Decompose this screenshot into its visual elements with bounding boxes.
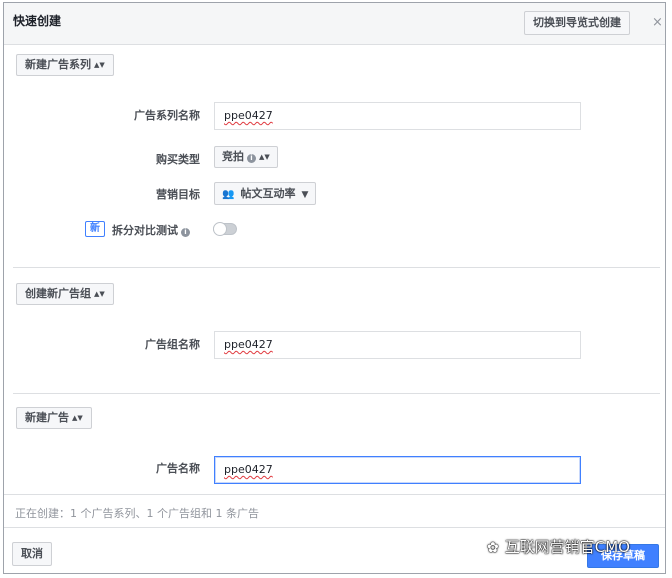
new-campaign-label: 新建广告系列 — [25, 58, 91, 71]
sort-arrows-icon: ▲▼ — [94, 61, 105, 69]
sort-arrows-icon: ▲▼ — [72, 414, 83, 422]
objective-select[interactable]: 👥 帖文互动率 ▼ — [214, 182, 317, 205]
new-campaign-button[interactable]: 新建广告系列 ▲▼ — [16, 54, 114, 76]
section-divider — [13, 393, 660, 394]
section-divider — [13, 267, 660, 268]
dialog-title: 快速创建 — [13, 14, 62, 28]
sort-arrows-icon: ▲▼ — [259, 153, 270, 161]
sort-arrows-icon: ▲▼ — [94, 290, 105, 298]
new-ad-button[interactable]: 新建广告 ▲▼ — [16, 407, 92, 429]
buy-type-label: 购买类型 — [156, 153, 200, 166]
ad-name-label: 广告名称 — [156, 462, 200, 475]
buy-type-value: 竞拍 — [222, 150, 244, 163]
create-adset-label: 创建新广告组 — [25, 287, 91, 300]
footer-divider — [4, 494, 665, 495]
footer-divider — [4, 527, 665, 528]
campaign-name-input[interactable]: ppe0427 — [214, 102, 581, 130]
switch-to-guided-button[interactable]: 切换到导览式创建 — [524, 11, 630, 35]
dialog-header: 快速创建 切换到导览式创建 × — [4, 3, 665, 45]
objective-label: 营销目标 — [156, 188, 200, 201]
split-test-toggle[interactable] — [213, 222, 237, 236]
adset-name-label: 广告组名称 — [145, 338, 200, 351]
caret-down-icon: ▼ — [301, 190, 309, 200]
adset-name-value: ppe0427 — [224, 338, 273, 351]
toggle-knob — [213, 222, 227, 236]
adset-name-input[interactable]: ppe0427 — [214, 331, 581, 359]
split-test-label: 拆分对比测试 i — [112, 222, 193, 238]
new-badge: 新 — [85, 221, 105, 237]
campaign-name-label: 广告系列名称 — [134, 109, 200, 122]
objective-value: 帖文互动率 — [240, 187, 296, 200]
info-icon: i — [181, 228, 190, 237]
close-icon[interactable]: × — [652, 15, 663, 30]
create-adset-button[interactable]: 创建新广告组 ▲▼ — [16, 283, 114, 305]
creation-summary: 正在创建：1 个广告系列、1 个广告组和 1 条广告 — [15, 507, 259, 520]
quick-create-dialog: 快速创建 切换到导览式创建 × 新建广告系列 ▲▼ 广告系列名称 ppe0427 … — [3, 2, 666, 574]
new-ad-label: 新建广告 — [25, 411, 69, 424]
cancel-button[interactable]: 取消 — [12, 542, 52, 566]
people-icon: 👥 — [222, 189, 235, 200]
ad-name-input[interactable]: ppe0427 — [214, 456, 581, 484]
campaign-name-value: ppe0427 — [224, 109, 273, 122]
ad-name-value: ppe0427 — [224, 463, 273, 476]
buy-type-select[interactable]: 竞拍 i ▲▼ — [214, 146, 278, 168]
watermark: ✿ 互联网营销官CMO — [487, 536, 630, 557]
info-icon: i — [247, 154, 256, 163]
watermark-text: 互联网营销官CMO — [504, 538, 630, 556]
wechat-icon: ✿ — [487, 540, 499, 556]
